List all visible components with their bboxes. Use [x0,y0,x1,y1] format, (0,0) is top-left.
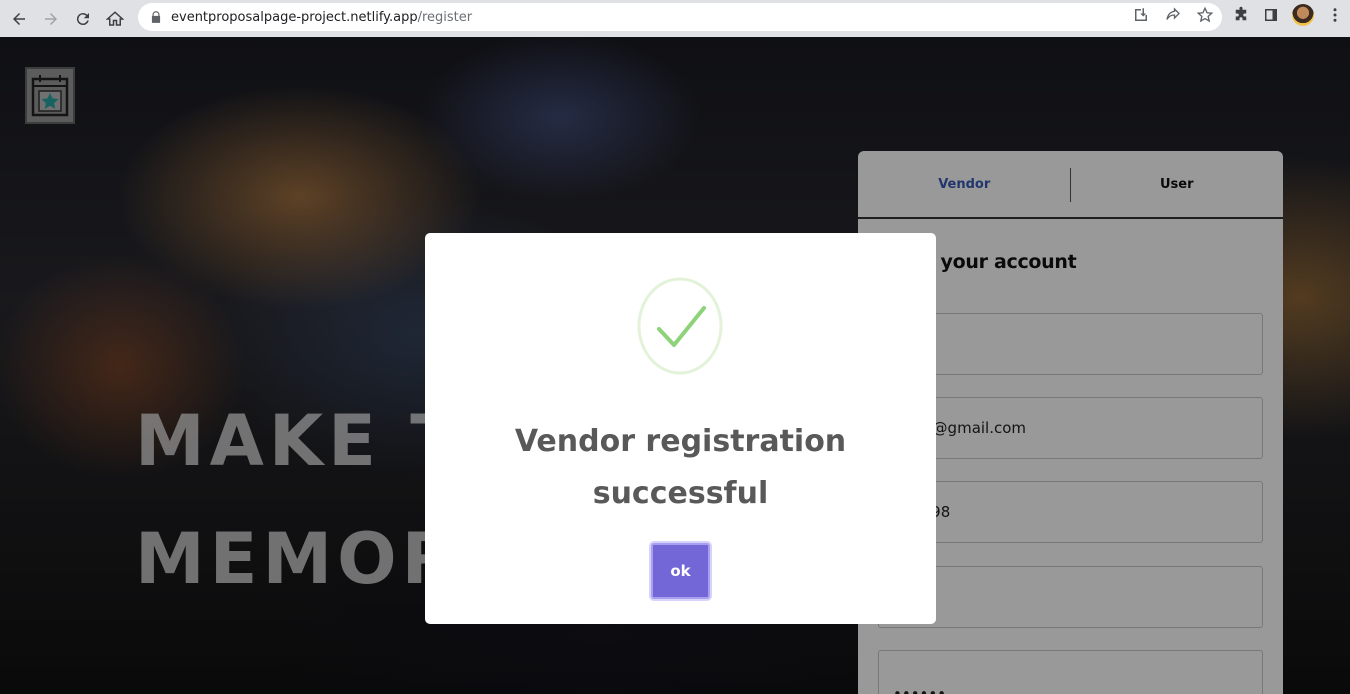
bookmark-star-icon[interactable] [1196,6,1214,24]
install-app-icon[interactable] [1132,6,1150,24]
url-domain: eventproposalpage-project.netlify.app [171,9,418,25]
more-menu-icon[interactable] [1326,6,1344,24]
dialog-title: Vendor registration successful [514,424,847,511]
arrow-right-icon [45,12,57,25]
reload-icon [76,12,89,25]
success-dialog: Vendor registration successful ok [425,233,936,624]
forward-button[interactable] [35,3,67,35]
success-check-icon [637,277,723,375]
arrow-left-icon [13,12,25,25]
lock-icon [151,11,161,23]
share-icon[interactable] [1164,6,1182,24]
profile-avatar[interactable] [1292,4,1314,26]
browser-toolbar: eventproposalpage-project.netlify.app/re… [0,0,1350,37]
back-button[interactable] [3,3,35,35]
reload-button[interactable] [67,3,99,35]
ok-button[interactable]: ok [651,543,710,599]
address-bar[interactable]: eventproposalpage-project.netlify.app/re… [138,3,1222,31]
url-text: eventproposalpage-project.netlify.app/re… [171,10,472,25]
side-panel-icon[interactable] [1262,6,1280,24]
home-button[interactable] [99,3,131,35]
extensions-puzzle-icon[interactable] [1232,6,1250,24]
home-icon [106,10,124,26]
url-path: /register [417,9,473,25]
